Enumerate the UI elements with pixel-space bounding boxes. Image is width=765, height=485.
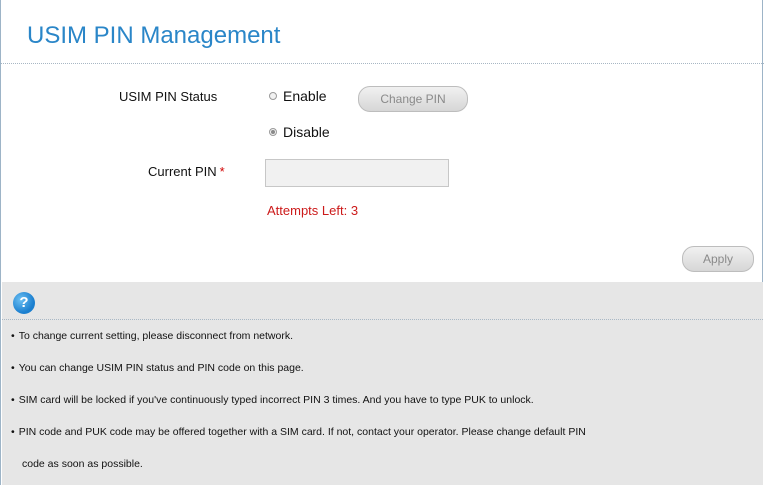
title-bar: USIM PIN Management [1, 0, 764, 64]
help-line-text: You can change USIM PIN status and PIN c… [18, 362, 304, 374]
disable-radio[interactable]: Disable [269, 124, 330, 140]
help-bullet: • [11, 426, 15, 438]
help-line-text: To change current setting, please discon… [18, 330, 293, 342]
help-line-text: SIM card will be locked if you've contin… [18, 394, 534, 406]
disable-radio-dot[interactable] [269, 128, 277, 136]
change-pin-button[interactable]: Change PIN [358, 86, 468, 112]
help-bullet: • [11, 394, 15, 406]
enable-radio[interactable]: Enable [269, 88, 327, 104]
current-pin-label: Current PIN * [148, 164, 225, 179]
help-line-text: PIN code and PUK code may be offered tog… [18, 426, 586, 438]
help-line-3: • SIM card will be locked if you've conti… [11, 394, 534, 406]
disable-radio-label: Disable [283, 124, 330, 140]
help-bullet: • [11, 330, 15, 342]
usim-pin-status-label: USIM PIN Status [119, 89, 218, 104]
help-icon[interactable]: ? [13, 292, 35, 314]
page-title: USIM PIN Management [27, 22, 281, 49]
current-pin-input[interactable] [265, 159, 449, 187]
help-divider [2, 319, 763, 320]
page-frame: USIM PIN Management USIM PIN Status Enab… [0, 0, 764, 485]
attempts-left-text: Attempts Left: 3 [267, 203, 359, 218]
help-line-5: code as soon as possible. [22, 458, 143, 470]
enable-radio-dot[interactable] [269, 92, 277, 100]
help-line-1: • To change current setting, please disco… [11, 330, 293, 342]
pin-form: USIM PIN Status Enable Change PIN Disabl… [1, 64, 764, 282]
help-line-4: • PIN code and PUK code may be offered to… [11, 426, 586, 438]
apply-button[interactable]: Apply [682, 246, 754, 272]
help-bullet: • [11, 362, 15, 374]
current-pin-label-text: Current PIN [148, 164, 217, 179]
help-line-2: • You can change USIM PIN status and PIN … [11, 362, 304, 374]
enable-radio-label: Enable [283, 88, 327, 104]
help-panel: ? • To change current setting, please dis… [2, 282, 763, 485]
help-line-text: code as soon as possible. [22, 458, 143, 470]
required-marker: * [219, 164, 225, 179]
